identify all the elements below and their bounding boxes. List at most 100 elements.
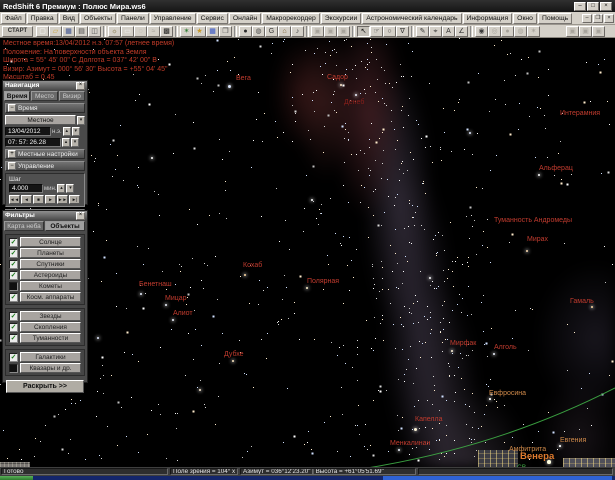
fast-forward-button[interactable]: ►► (57, 195, 68, 204)
minimize-icon[interactable]: – (574, 2, 586, 11)
collapse-icon[interactable]: − (8, 104, 16, 112)
mdi-minimize-icon[interactable]: – (582, 14, 592, 23)
date-field[interactable]: 13/04/2012 (5, 127, 51, 136)
filter-button-Звезды[interactable]: Звезды (20, 311, 81, 321)
expand-icon[interactable]: + (8, 150, 16, 158)
menu-item-12[interactable]: Окно (513, 13, 537, 24)
step-value-field[interactable]: 4.000 (9, 184, 43, 193)
tab-time[interactable]: Время (4, 91, 30, 101)
filter-checkbox-Скопления[interactable]: ✓ (9, 323, 18, 332)
coordinate-grid-icon[interactable]: ▦ (206, 26, 219, 37)
rewind-button[interactable]: ◄◄ (9, 195, 20, 204)
save-icon[interactable]: ▦ (62, 26, 75, 37)
menu-item-1[interactable]: Правка (27, 13, 58, 24)
new-document-icon[interactable]: ▢ (36, 26, 49, 37)
menu-item-2[interactable]: Вид (59, 13, 79, 24)
menu-item-13[interactable]: Помощь (538, 13, 572, 24)
step-down-icon[interactable]: ▾ (66, 184, 74, 193)
filter-button-Косм. аппараты[interactable]: Косм. аппараты (20, 292, 81, 302)
print-icon[interactable]: ▤ (75, 26, 88, 37)
label-tool-icon[interactable]: A (442, 26, 455, 37)
angle-tool-icon[interactable]: ∠ (455, 26, 468, 37)
planet-view-icon[interactable]: ◍ (252, 26, 265, 37)
maximize-icon[interactable]: □ (587, 2, 599, 11)
menu-item-7[interactable]: Онлайн (229, 13, 261, 24)
filter-checkbox-Кометы[interactable] (9, 282, 18, 291)
filter-button-Планеты[interactable]: Планеты (20, 248, 81, 258)
zoom-tool-icon[interactable]: ○ (383, 26, 396, 37)
menu-item-11[interactable]: Информация (463, 13, 513, 24)
filter-checkbox-Галактики[interactable]: ✓ (9, 353, 18, 362)
filters-panel-header[interactable]: Фильтры × (3, 211, 87, 220)
menu-item-5[interactable]: Управление (150, 13, 196, 24)
pan-tool-icon[interactable]: ☞ (370, 26, 383, 37)
collapse-icon[interactable]: − (8, 162, 16, 170)
filter-checkbox-Солнце[interactable]: ✓ (9, 238, 18, 247)
horizon-icon[interactable]: ▭ (121, 26, 134, 37)
data-window-icon[interactable]: ❒ (219, 26, 232, 37)
navigator-panel-header[interactable]: Навигация × (3, 81, 87, 90)
menu-item-0[interactable]: Файл (1, 13, 26, 24)
step-back-button[interactable]: ◄ (21, 195, 32, 204)
close-icon[interactable]: × (76, 82, 85, 90)
close-icon[interactable]: × (76, 212, 85, 220)
menu-item-8[interactable]: Макрорекордер (262, 13, 320, 24)
mdi-restore-icon[interactable]: ❐ (593, 14, 603, 23)
filter-checkbox-Астероиды[interactable]: ✓ (9, 271, 18, 280)
date-up-icon[interactable]: ▴ (63, 127, 71, 136)
step-up-icon[interactable]: ▴ (57, 184, 65, 193)
filter-checkbox-Косм. аппараты[interactable]: ✓ (9, 293, 18, 302)
time-field[interactable]: 07: 57: 26.28 (5, 138, 61, 147)
night-vision-icon[interactable]: ● (239, 26, 252, 37)
filter-button-Астероиды[interactable]: Астероиды (20, 270, 81, 280)
date-down-icon[interactable]: ▾ (72, 127, 80, 136)
start-button[interactable]: СТАРТ (2, 26, 33, 37)
print-preview-icon[interactable]: ◫ (88, 26, 101, 37)
menu-item-4[interactable]: Панели (117, 13, 149, 24)
filter-checkbox-Туманности[interactable]: ✓ (9, 334, 18, 343)
filter-checkbox-Звезды[interactable]: ✓ (9, 312, 18, 321)
close-icon[interactable]: × (600, 2, 612, 11)
sky-viewport[interactable]: Местное время:13/04/2012 н.э. 07:57 (лет… (0, 38, 615, 467)
photo-horizon-icon[interactable]: ▩ (160, 26, 173, 37)
menu-item-10[interactable]: Астрономический календарь (362, 13, 461, 24)
step-forward-button[interactable]: ►| (69, 195, 80, 204)
tab-aim[interactable]: Визир (59, 91, 85, 101)
tab-place[interactable]: Место (31, 91, 57, 101)
menu-item-9[interactable]: Экскурсии (321, 13, 361, 24)
filter-button-Кометы[interactable]: Кометы (20, 281, 81, 291)
draw-tool-icon[interactable]: ✎ (416, 26, 429, 37)
tab-sky-map[interactable]: Карта неба (4, 221, 44, 231)
taskbar-item-fragment[interactable] (383, 476, 612, 480)
time-up-icon[interactable]: ▴ (62, 138, 70, 147)
play-button[interactable]: ► (45, 195, 56, 204)
filter-button-Галактики[interactable]: Галактики (20, 352, 81, 362)
filter-checkbox-Спутники[interactable]: ✓ (9, 260, 18, 269)
pointer-tool-icon[interactable]: ↖ (357, 26, 370, 37)
os-taskbar[interactable] (0, 476, 615, 480)
filter-checkbox-Планеты[interactable]: ✓ (9, 249, 18, 258)
filter-button-Квазары и др.[interactable]: Квазары и др. (20, 363, 81, 373)
deep-sky-icon[interactable]: ★ (193, 26, 206, 37)
tab-objects[interactable]: Объекты (45, 221, 85, 231)
menu-item-6[interactable]: Сервис (197, 13, 228, 24)
expand-filters-button[interactable]: Раскрыть >> (6, 380, 84, 393)
menu-item-3[interactable]: Объекты (80, 13, 116, 24)
filter-button-Спутники[interactable]: Спутники (20, 259, 81, 269)
filter-tool-icon[interactable]: ∇ (396, 26, 409, 37)
open-folder-icon[interactable]: ▱ (49, 26, 62, 37)
filter-button-Туманности[interactable]: Туманности (20, 333, 81, 343)
filter-button-Солнце[interactable]: Солнце (20, 237, 81, 247)
time-system-dropdown-icon[interactable]: ▾ (77, 116, 85, 125)
time-system-select[interactable]: Местное (5, 115, 76, 125)
sun-body-icon[interactable]: ◉ (475, 26, 488, 37)
filter-button-Скопления[interactable]: Скопления (20, 322, 81, 332)
daylight-icon[interactable]: ☼ (108, 26, 121, 37)
start-menu-fragment[interactable] (0, 476, 33, 480)
stop-button[interactable]: ■ (33, 195, 44, 204)
sound-icon[interactable]: ♪ (291, 26, 304, 37)
home-view-icon[interactable]: ⌂ (278, 26, 291, 37)
constellations-icon[interactable]: ✶ (180, 26, 193, 37)
mdi-close-icon[interactable]: × (604, 14, 614, 23)
select-area-icon[interactable]: ⌖ (429, 26, 442, 37)
